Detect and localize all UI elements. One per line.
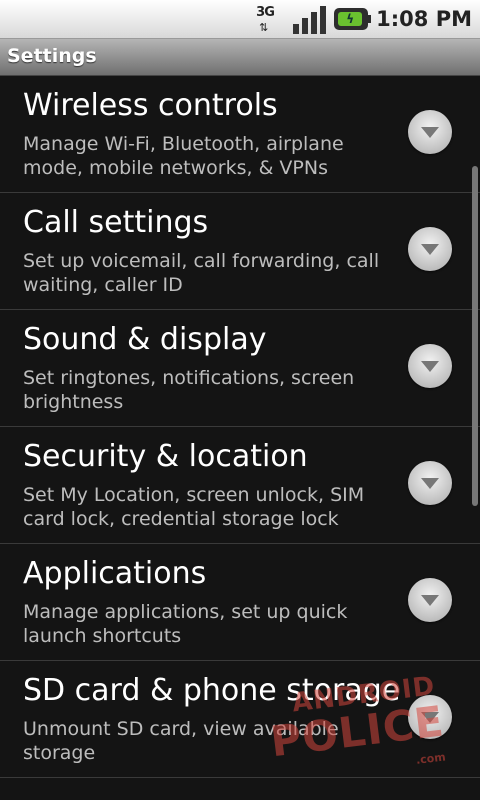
chevron-down-icon — [408, 461, 452, 505]
chevron-down-icon — [408, 695, 452, 739]
battery-charging-icon: ϟ — [334, 8, 372, 30]
settings-item-label: Security & location — [23, 439, 308, 474]
settings-item-sd-card-phone-storage[interactable]: SD card & phone storage Unmount SD card,… — [0, 661, 480, 778]
settings-item-summary: Set ringtones, notifications, screen bri… — [23, 367, 355, 413]
settings-item-summary: Manage applications, set up quick launch… — [23, 601, 348, 647]
chevron-down-icon — [408, 344, 452, 388]
data-arrows-icon: ⇅ — [259, 21, 269, 34]
chevron-down-icon — [408, 227, 452, 271]
chevron-down-icon — [408, 578, 452, 622]
settings-list: Wireless controls Manage Wi-Fi, Bluetoot… — [0, 76, 480, 800]
settings-item-label: Wireless controls — [23, 88, 278, 123]
settings-item-label: Applications — [23, 556, 207, 591]
settings-item-summary: Set up voicemail, call forwarding, call … — [23, 250, 380, 296]
chevron-down-icon — [408, 110, 452, 154]
settings-item-label: SD card & phone storage — [23, 673, 401, 708]
network-type-text: 3G — [256, 5, 275, 20]
settings-item-call-settings[interactable]: Call settings Set up voicemail, call for… — [0, 193, 480, 310]
3g-data-icon: 3G ⇅ — [255, 4, 285, 34]
settings-item-security-location[interactable]: Security & location Set My Location, scr… — [0, 427, 480, 544]
settings-item-summary: Set My Location, screen unlock, SIM card… — [23, 484, 365, 530]
settings-item-sound-display[interactable]: Sound & display Set ringtones, notificat… — [0, 310, 480, 427]
status-time: 1:08 PM — [376, 7, 472, 31]
settings-item-label: Call settings — [23, 205, 209, 240]
scrollbar[interactable] — [472, 166, 478, 506]
status-icons: 3G ⇅ ϟ 1:08 PM — [255, 0, 472, 38]
settings-item-wireless-controls[interactable]: Wireless controls Manage Wi-Fi, Bluetoot… — [0, 76, 480, 193]
page-title: Settings — [7, 45, 97, 67]
settings-item-applications[interactable]: Applications Manage applications, set up… — [0, 544, 480, 661]
settings-item-summary: Manage Wi-Fi, Bluetooth, airplane mode, … — [23, 133, 344, 179]
status-bar: 3G ⇅ ϟ 1:08 PM — [0, 0, 480, 39]
settings-item-summary: Unmount SD card, view available storage — [23, 718, 339, 764]
signal-strength-icon — [293, 4, 327, 34]
title-bar: Settings — [0, 39, 480, 76]
settings-item-label: Sound & display — [23, 322, 267, 357]
